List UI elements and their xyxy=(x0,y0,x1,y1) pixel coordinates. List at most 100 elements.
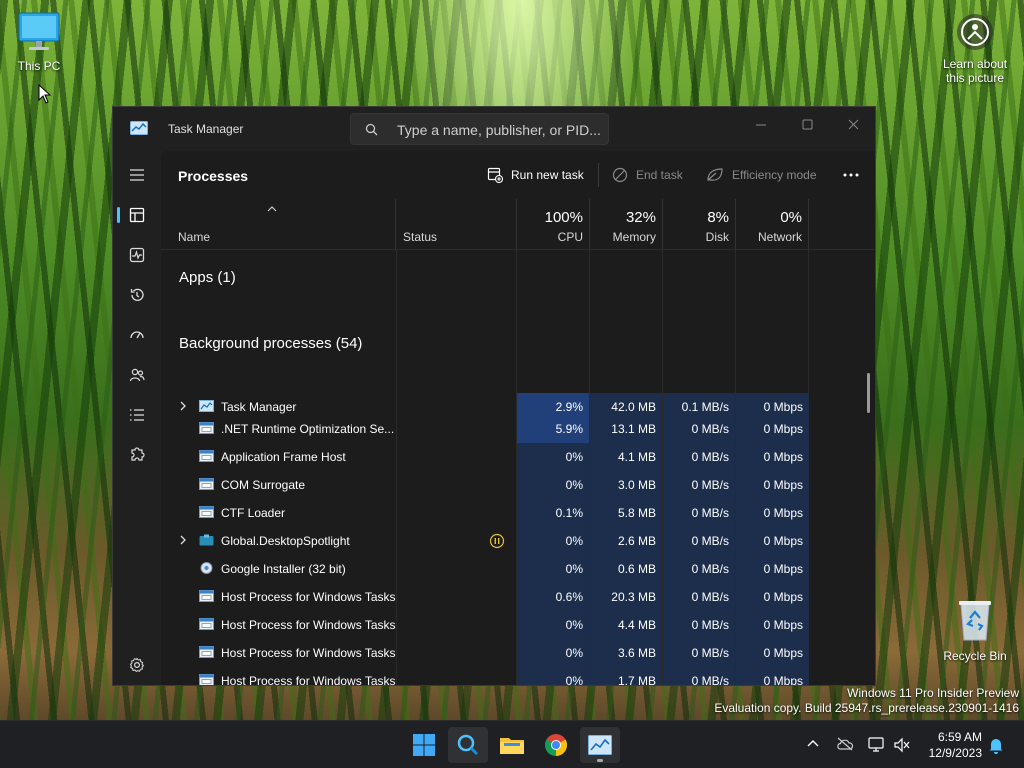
table-row[interactable]: CTF Loader 0.1% 5.8 MB 0 MB/s 0 Mbps xyxy=(161,499,875,527)
side-navigation xyxy=(113,151,161,685)
efficiency-mode-button[interactable]: Efficiency mode xyxy=(706,163,817,187)
desktop-icon-recycle-bin[interactable]: Recycle Bin xyxy=(940,596,1010,663)
system-clock[interactable]: 6:59 AM 12/9/2023 xyxy=(920,729,982,761)
window-process-icon xyxy=(199,674,214,685)
end-task-icon xyxy=(612,167,628,183)
start-button[interactable] xyxy=(404,727,444,763)
column-label: Memory xyxy=(612,230,656,244)
maximize-icon xyxy=(802,119,813,130)
nav-services[interactable] xyxy=(117,437,157,473)
process-name: Host Process for Windows Tasks xyxy=(221,618,396,632)
spotlight-process-icon xyxy=(199,534,214,546)
nav-processes[interactable] xyxy=(117,197,157,233)
table-row[interactable]: COM Surrogate 0% 3.0 MB 0 MB/s 0 Mbps xyxy=(161,471,875,499)
cpu-value: 0% xyxy=(517,527,589,555)
more-options-button[interactable] xyxy=(839,163,863,187)
cpu-value: 5.9% xyxy=(517,415,589,443)
nav-settings[interactable] xyxy=(117,647,157,683)
clock-time: 6:59 AM xyxy=(937,730,982,744)
end-task-button[interactable]: End task xyxy=(612,163,683,187)
close-button[interactable] xyxy=(831,111,875,139)
search-placeholder: Type a name, publisher, or PID... xyxy=(397,122,601,138)
network-value: 0 Mbps xyxy=(736,415,809,443)
column-header-network[interactable]: 0% Network xyxy=(736,199,809,249)
sort-up-chevron-icon xyxy=(267,206,277,212)
table-row[interactable]: Host Process for Windows Tasks 0.6% 20.3 M… xyxy=(161,583,875,611)
window-process-icon xyxy=(199,450,214,462)
disk-value: 0 MB/s xyxy=(663,471,735,499)
watermark-line: Evaluation copy. Build 25947.rs_prerelea… xyxy=(714,701,1019,715)
table-row[interactable]: Global.DesktopSpotlight 0% 2.6 MB 0 MB/s 0 M… xyxy=(161,527,875,555)
network-value: 0 Mbps xyxy=(736,443,809,471)
window-title: Task Manager xyxy=(168,122,244,136)
mouse-cursor-icon xyxy=(38,84,52,104)
process-name: CTF Loader xyxy=(221,506,286,520)
running-indicator xyxy=(597,759,603,762)
table-row[interactable]: .NET Runtime Optimization Se... 5.9% 13.1 … xyxy=(161,415,875,443)
nav-startup-apps[interactable] xyxy=(117,317,157,353)
history-icon xyxy=(130,288,144,301)
table-row[interactable]: Google Installer (32 bit) 0% 0.6 MB 0 MB/s 0… xyxy=(161,555,875,583)
column-header-status[interactable]: Status xyxy=(397,199,517,249)
notification-bell-icon[interactable] xyxy=(988,736,1004,754)
column-header-cpu[interactable]: 100% CPU xyxy=(517,199,590,249)
minimize-button[interactable] xyxy=(739,111,783,139)
window-process-icon xyxy=(199,478,214,490)
volume-muted-icon[interactable] xyxy=(894,737,910,753)
taskbar: 6:59 AM 12/9/2023 xyxy=(0,720,1024,768)
evaluation-watermark: Windows 11 Pro Insider Preview Evaluatio… xyxy=(714,686,1019,716)
performance-icon xyxy=(129,247,145,263)
details-list-icon xyxy=(130,409,144,421)
column-header-memory[interactable]: 32% Memory xyxy=(590,199,663,249)
process-name: Google Installer (32 bit) xyxy=(221,562,346,576)
taskbar-search-button[interactable] xyxy=(448,727,488,763)
title-bar[interactable]: Task Manager Type a name, publisher, or … xyxy=(113,107,875,151)
nav-menu-button[interactable] xyxy=(117,157,157,193)
watermark-line: Windows 11 Pro Insider Preview xyxy=(847,686,1019,700)
cloud-offline-icon[interactable] xyxy=(836,737,854,751)
nav-users[interactable] xyxy=(117,357,157,393)
cpu-value: 0% xyxy=(517,611,589,639)
vertical-scrollbar[interactable] xyxy=(867,373,870,413)
nav-performance[interactable] xyxy=(117,237,157,273)
speedometer-icon xyxy=(130,331,144,339)
group-header-background[interactable]: Background processes (54) xyxy=(179,335,362,352)
table-row[interactable]: Host Process for Windows Tasks 0% 4.4 MB 0 … xyxy=(161,611,875,639)
network-icon[interactable] xyxy=(868,737,886,753)
window-process-icon xyxy=(199,590,214,602)
search-input[interactable]: Type a name, publisher, or PID... xyxy=(350,113,609,145)
page-title: Processes xyxy=(178,168,249,184)
column-header-name[interactable]: Name xyxy=(161,199,396,249)
maximize-button[interactable] xyxy=(785,111,829,139)
memory-value: 3.0 MB xyxy=(590,471,662,499)
network-value: 0 Mbps xyxy=(736,583,809,611)
nav-app-history[interactable] xyxy=(117,277,157,313)
taskbar-chrome[interactable] xyxy=(536,727,576,763)
network-value: 0 Mbps xyxy=(736,611,809,639)
column-label: Name xyxy=(178,230,211,244)
network-total: 0% xyxy=(780,209,802,226)
chevron-right-icon[interactable] xyxy=(179,401,187,411)
task-manager-window: Task Manager Type a name, publisher, or … xyxy=(112,106,876,686)
disk-value: 0 MB/s xyxy=(663,527,735,555)
column-header-disk[interactable]: 8% Disk xyxy=(663,199,736,249)
table-row[interactable]: Host Process for Windows Tasks 0% 3.6 MB 0 … xyxy=(161,639,875,667)
taskbar-task-manager[interactable] xyxy=(580,727,620,763)
window-process-icon xyxy=(199,422,214,434)
cpu-total: 100% xyxy=(544,209,583,226)
table-row[interactable]: Application Frame Host 0% 4.1 MB 0 MB/s 0 Mb… xyxy=(161,443,875,471)
run-new-task-button[interactable]: Run new task xyxy=(487,163,584,187)
table-row[interactable]: Host Process for Windows Tasks 0% 1.7 MB 0 … xyxy=(161,667,875,685)
column-label: Disk xyxy=(705,230,729,244)
desktop-icon-label: This PC xyxy=(17,59,61,73)
group-header-apps[interactable]: Apps (1) xyxy=(179,269,236,286)
chevron-right-icon[interactable] xyxy=(179,535,187,545)
desktop-icon-learn-about-picture[interactable]: Learn about this picture xyxy=(940,12,1010,85)
disk-value: 0 MB/s xyxy=(663,667,735,685)
chevron-up-icon[interactable] xyxy=(806,737,820,751)
taskbar-file-explorer[interactable] xyxy=(492,727,532,763)
desktop-icon-this-pc[interactable]: This PC xyxy=(14,10,64,73)
nav-details[interactable] xyxy=(117,397,157,433)
task-manager-process-icon xyxy=(199,400,214,412)
folder-icon xyxy=(500,738,524,754)
